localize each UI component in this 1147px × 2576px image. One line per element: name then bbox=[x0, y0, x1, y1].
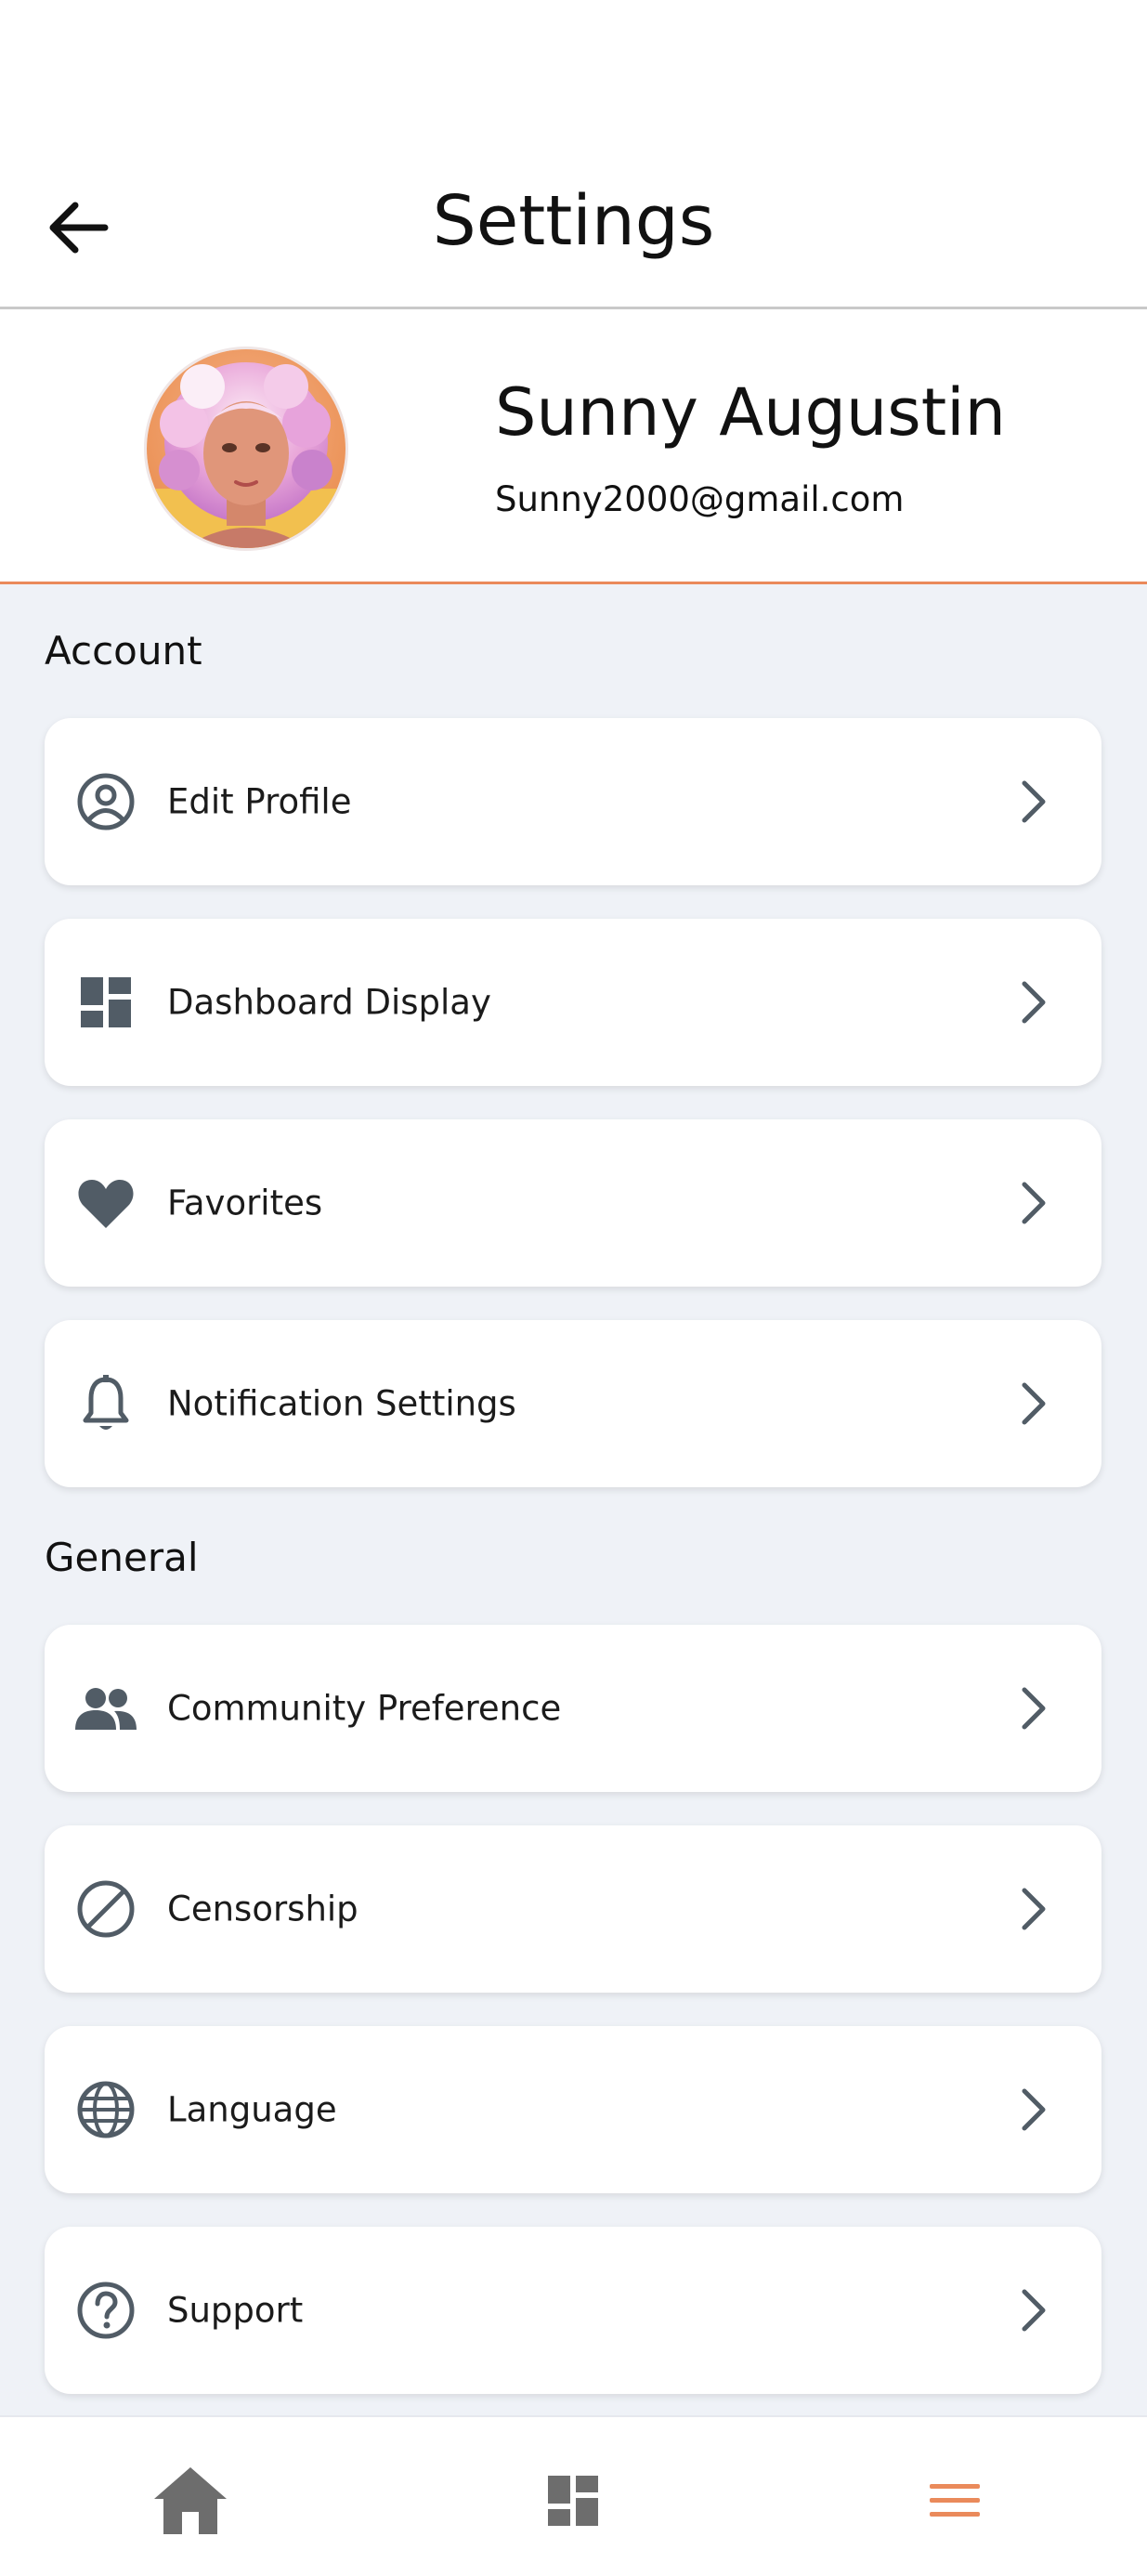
dashboard-icon bbox=[548, 2476, 598, 2526]
settings-item-label: Support bbox=[167, 2290, 304, 2331]
bell-icon bbox=[69, 1366, 143, 1441]
settings-item-edit-profile[interactable]: Edit Profile bbox=[45, 718, 1101, 885]
nav-dashboard-button[interactable] bbox=[527, 2454, 619, 2547]
settings-item-label: Notification Settings bbox=[167, 1383, 516, 1424]
page-title: Settings bbox=[432, 181, 715, 261]
settings-item-notification-settings[interactable]: Notification Settings bbox=[45, 1320, 1101, 1487]
chevron-right-icon bbox=[1010, 1680, 1057, 1736]
settings-item-support[interactable]: Support bbox=[45, 2227, 1101, 2394]
people-icon bbox=[69, 1671, 143, 1746]
chevron-right-icon bbox=[1010, 2082, 1057, 2138]
section-title-general: General bbox=[45, 1535, 199, 1580]
settings-item-community-preference[interactable]: Community Preference bbox=[45, 1625, 1101, 1792]
globe-icon bbox=[69, 2073, 143, 2147]
nav-home-button[interactable] bbox=[144, 2454, 237, 2547]
dashboard-icon bbox=[69, 965, 143, 1040]
chevron-right-icon bbox=[1010, 774, 1057, 830]
chevron-right-icon bbox=[1010, 1175, 1057, 1231]
block-icon bbox=[69, 1872, 143, 1946]
account-circle-icon bbox=[69, 765, 143, 839]
profile-header: Sunny Augustin Sunny2000@gmail.com bbox=[0, 309, 1147, 584]
settings-item-dashboard-display[interactable]: Dashboard Display bbox=[45, 919, 1101, 1086]
settings-item-label: Favorites bbox=[167, 1183, 323, 1223]
menu-icon bbox=[930, 2484, 980, 2517]
section-title-account: Account bbox=[45, 628, 202, 673]
chevron-right-icon bbox=[1010, 974, 1057, 1030]
app-header: Settings bbox=[0, 0, 1147, 309]
settings-item-label: Edit Profile bbox=[167, 781, 352, 822]
chevron-right-icon bbox=[1010, 1376, 1057, 1432]
nav-menu-button[interactable] bbox=[908, 2454, 1001, 2547]
heart-icon bbox=[69, 1166, 143, 1240]
home-icon bbox=[154, 2467, 227, 2534]
bottom-navigation bbox=[0, 2415, 1147, 2576]
avatar-image bbox=[147, 349, 345, 548]
settings-item-label: Censorship bbox=[167, 1889, 358, 1929]
settings-item-censorship[interactable]: Censorship bbox=[45, 1825, 1101, 1993]
chevron-right-icon bbox=[1010, 2282, 1057, 2338]
help-icon bbox=[69, 2273, 143, 2347]
settings-item-favorites[interactable]: Favorites bbox=[45, 1119, 1101, 1287]
chevron-right-icon bbox=[1010, 1881, 1057, 1937]
settings-item-label: Language bbox=[167, 2089, 337, 2130]
settings-item-language[interactable]: Language bbox=[45, 2026, 1101, 2193]
profile-name: Sunny Augustin bbox=[495, 374, 1006, 451]
settings-item-label: Community Preference bbox=[167, 1688, 562, 1729]
avatar[interactable] bbox=[144, 347, 348, 551]
settings-item-label: Dashboard Display bbox=[167, 982, 491, 1023]
profile-email: Sunny2000@gmail.com bbox=[495, 479, 905, 519]
